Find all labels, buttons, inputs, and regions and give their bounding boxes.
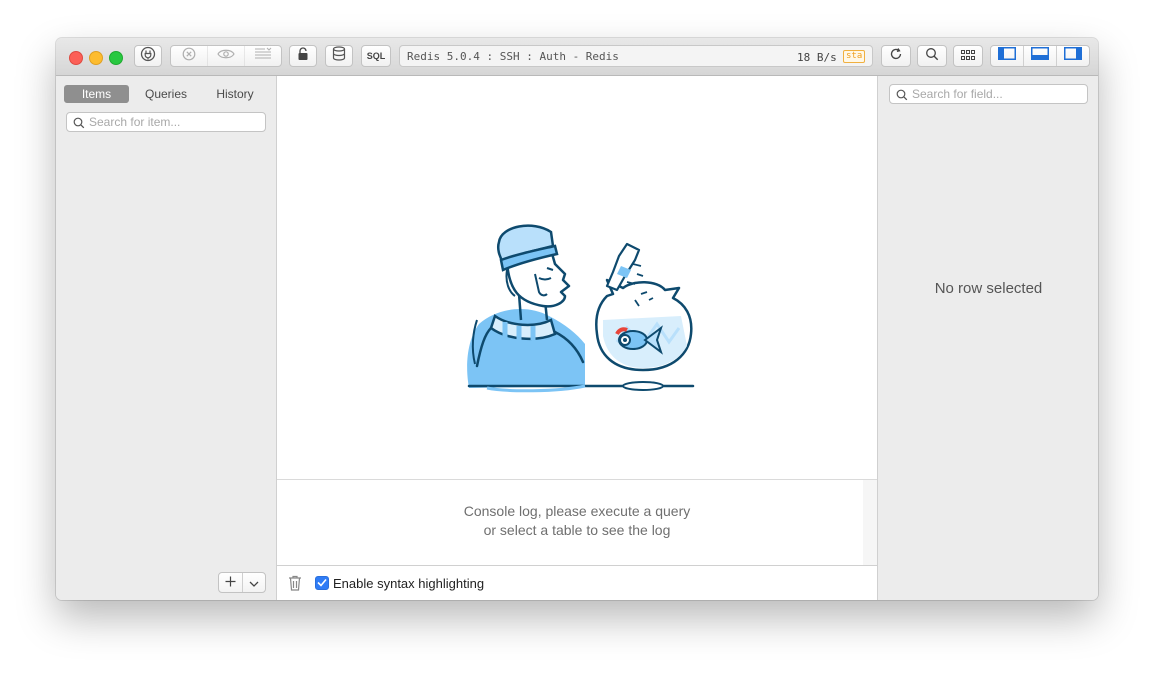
main-content-area: [277, 76, 877, 479]
search-icon: [73, 116, 85, 134]
connection-button[interactable]: [134, 45, 162, 67]
connection-label: Redis 5.0.4 : SSH : Auth - Redis: [407, 50, 619, 63]
tab-queries[interactable]: Queries: [129, 85, 203, 103]
toggle-right-panel-button[interactable]: [1057, 46, 1089, 66]
right-detail-panel: No row selected: [877, 76, 1098, 600]
database-button[interactable]: [325, 45, 353, 67]
toggle-left-panel-button[interactable]: [991, 46, 1024, 66]
console-message-line2: or select a table to see the log: [483, 522, 671, 538]
preview-button[interactable]: [208, 46, 245, 66]
console-scrollbar[interactable]: [863, 479, 877, 565]
refresh-button[interactable]: [881, 45, 911, 67]
query-action-group: [170, 45, 282, 67]
toggle-bottom-panel-button[interactable]: [1024, 46, 1057, 66]
item-search: [66, 112, 266, 132]
checkmark-icon: [317, 574, 327, 592]
lock-button[interactable]: [289, 45, 317, 67]
console-message-line1: Console log, please execute a query: [463, 503, 691, 519]
syntax-highlighting-label: Enable syntax highlighting: [333, 576, 485, 591]
field-search: [889, 84, 1088, 104]
app-window: SQL Redis 5.0.4 : SSH : Auth - Redis 18 …: [56, 38, 1098, 600]
environment-badge: sta: [843, 50, 866, 63]
add-item-button[interactable]: [219, 573, 243, 592]
sql-icon: SQL: [366, 51, 386, 61]
toggle-bottom-panel-icon: [1031, 47, 1049, 65]
database-icon: [332, 46, 346, 66]
plus-icon: [225, 574, 236, 592]
connection-icon: [140, 46, 156, 67]
add-item-group: [218, 572, 266, 593]
grid-icon: [961, 47, 975, 65]
grid-button[interactable]: [953, 45, 983, 67]
toggle-left-panel-icon: [998, 47, 1016, 65]
man-with-fishbowl-illustration: [467, 224, 695, 393]
close-window-button[interactable]: [69, 51, 83, 65]
chevron-down-icon: [249, 574, 259, 592]
search-button[interactable]: [917, 45, 947, 67]
toolbar: SQL Redis 5.0.4 : SSH : Auth - Redis 18 …: [56, 38, 1098, 76]
syntax-highlighting-checkbox[interactable]: [315, 576, 329, 590]
search-icon: [925, 47, 939, 66]
refresh-icon: [889, 47, 903, 66]
console-log-panel: Console log, please execute a query or s…: [277, 479, 864, 565]
minimize-window-button[interactable]: [89, 51, 103, 65]
empty-selection-message: No row selected: [934, 280, 1043, 297]
left-sidebar: Items Queries History: [56, 76, 277, 600]
toggle-right-panel-icon: [1064, 47, 1082, 65]
format-button[interactable]: [245, 46, 281, 66]
zoom-window-button[interactable]: [109, 51, 123, 65]
transfer-rate: 18 B/s: [797, 51, 837, 64]
panel-toggle-group: [990, 45, 1090, 67]
preview-icon: [217, 47, 235, 65]
stop-icon: [182, 47, 196, 66]
format-icon: [254, 47, 272, 66]
search-icon: [896, 88, 908, 106]
lock-icon: [297, 46, 309, 66]
item-search-input[interactable]: [89, 114, 259, 130]
tab-items[interactable]: Items: [64, 85, 129, 103]
console-footer: Enable syntax highlighting: [277, 565, 877, 600]
tab-history[interactable]: History: [203, 85, 267, 103]
add-item-menu-button[interactable]: [243, 573, 266, 592]
sql-button[interactable]: SQL: [361, 45, 391, 67]
trash-icon[interactable]: [288, 575, 302, 596]
connection-status-bar: Redis 5.0.4 : SSH : Auth - Redis 18 B/s …: [399, 45, 873, 67]
field-search-input[interactable]: [912, 86, 1081, 102]
sidebar-tabs: Items Queries History: [64, 85, 267, 103]
stop-button[interactable]: [171, 46, 208, 66]
